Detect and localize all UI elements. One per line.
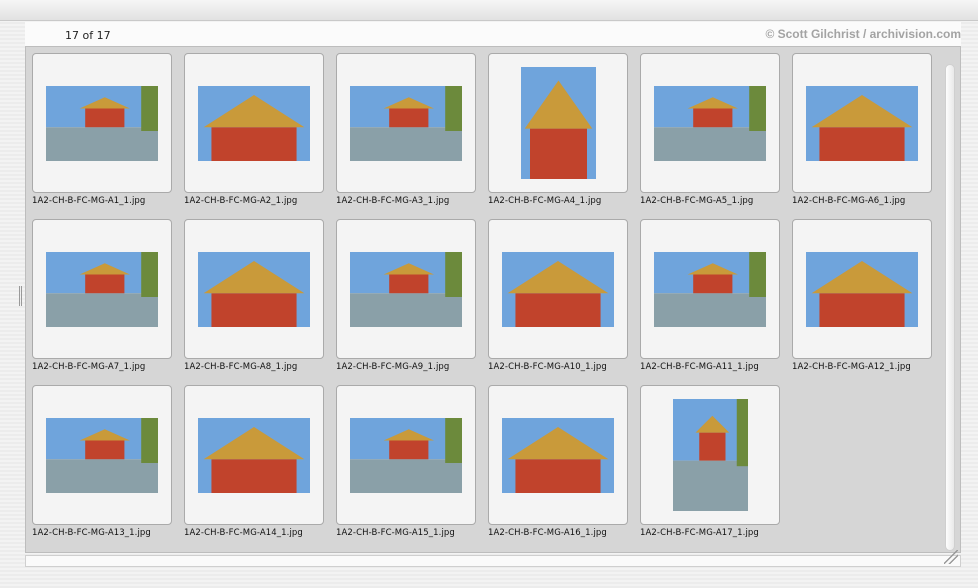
thumbnail-filename: 1A2-CH-B-FC-MG-A2_1.jpg: [184, 196, 298, 206]
thumbnail-image[interactable]: [46, 417, 158, 493]
window-top-bar: [0, 0, 978, 21]
thumbnail-filename: 1A2-CH-B-FC-MG-A16_1.jpg: [488, 528, 607, 538]
thumbnail-filename: 1A2-CH-B-FC-MG-A7_1.jpg: [32, 362, 146, 372]
thumbnail-tile[interactable]: [184, 53, 324, 193]
thumbnail-filename: 1A2-CH-B-FC-MG-A9_1.jpg: [336, 362, 450, 372]
thumbnail-image[interactable]: [198, 85, 310, 161]
thumbnail-filename: 1A2-CH-B-FC-MG-A17_1.jpg: [640, 528, 759, 538]
thumbnail-image[interactable]: [672, 399, 748, 511]
thumbnail-filename: 1A2-CH-B-FC-MG-A5_1.jpg: [640, 196, 754, 206]
thumbnail-tile[interactable]: [792, 219, 932, 359]
thumbnail-tile[interactable]: [336, 219, 476, 359]
thumbnail-image[interactable]: [520, 67, 596, 179]
thumbnail-filename: 1A2-CH-B-FC-MG-A1_1.jpg: [32, 196, 146, 206]
thumbnail-image[interactable]: [198, 251, 310, 327]
thumbnail-tile[interactable]: [488, 385, 628, 525]
thumbnail-filename: 1A2-CH-B-FC-MG-A11_1.jpg: [640, 362, 759, 372]
thumbnail-image[interactable]: [502, 417, 614, 493]
thumbnail-tile[interactable]: [184, 385, 324, 525]
thumbnail-tile[interactable]: [488, 219, 628, 359]
thumbnail-image[interactable]: [806, 85, 918, 161]
thumbnail-tile[interactable]: [640, 53, 780, 193]
header-bar: 17 of 17 © Scott Gilchrist / archivision…: [25, 22, 961, 46]
thumbnail-tile[interactable]: [336, 53, 476, 193]
thumbnail-filename: 1A2-CH-B-FC-MG-A13_1.jpg: [32, 528, 151, 538]
thumbnail-tile[interactable]: [32, 219, 172, 359]
vertical-scrollbar[interactable]: [943, 64, 957, 551]
thumbnail-tile[interactable]: [792, 53, 932, 193]
thumbnail-tile[interactable]: [488, 53, 628, 193]
thumbnail-filename: 1A2-CH-B-FC-MG-A10_1.jpg: [488, 362, 607, 372]
thumbnail-filename: 1A2-CH-B-FC-MG-A3_1.jpg: [336, 196, 450, 206]
copyright-credit: © Scott Gilchrist / archivision.com: [765, 27, 961, 41]
thumbnail-tile[interactable]: [184, 219, 324, 359]
thumbnail-image[interactable]: [46, 85, 158, 161]
thumbnail-image[interactable]: [654, 251, 766, 327]
resize-grip-icon[interactable]: [944, 550, 958, 564]
thumbnail-tile[interactable]: [336, 385, 476, 525]
thumbnail-filename: 1A2-CH-B-FC-MG-A14_1.jpg: [184, 528, 303, 538]
image-count: 17 of 17: [65, 29, 111, 42]
thumbnail-image[interactable]: [350, 417, 462, 493]
thumbnail-image[interactable]: [806, 251, 918, 327]
thumbnail-filename: 1A2-CH-B-FC-MG-A4_1.jpg: [488, 196, 602, 206]
status-footer: [25, 550, 961, 567]
thumbnail-filename: 1A2-CH-B-FC-MG-A12_1.jpg: [792, 362, 911, 372]
thumbnail-image[interactable]: [350, 251, 462, 327]
thumbnail-image[interactable]: [198, 417, 310, 493]
thumbnail-filename: 1A2-CH-B-FC-MG-A8_1.jpg: [184, 362, 298, 372]
thumbnail-tile[interactable]: [640, 385, 780, 525]
thumbnail-image[interactable]: [350, 85, 462, 161]
thumbnail-tile[interactable]: [640, 219, 780, 359]
panel-splitter-handle[interactable]: [19, 286, 22, 306]
thumbnail-image[interactable]: [46, 251, 158, 327]
thumbnail-filename: 1A2-CH-B-FC-MG-A6_1.jpg: [792, 196, 906, 206]
thumbnail-image[interactable]: [654, 85, 766, 161]
thumbnail-image[interactable]: [502, 251, 614, 327]
thumbnail-filename: 1A2-CH-B-FC-MG-A15_1.jpg: [336, 528, 455, 538]
scrollbar-thumb[interactable]: [945, 64, 955, 551]
thumbnail-tile[interactable]: [32, 385, 172, 525]
thumbnail-tile[interactable]: [32, 53, 172, 193]
